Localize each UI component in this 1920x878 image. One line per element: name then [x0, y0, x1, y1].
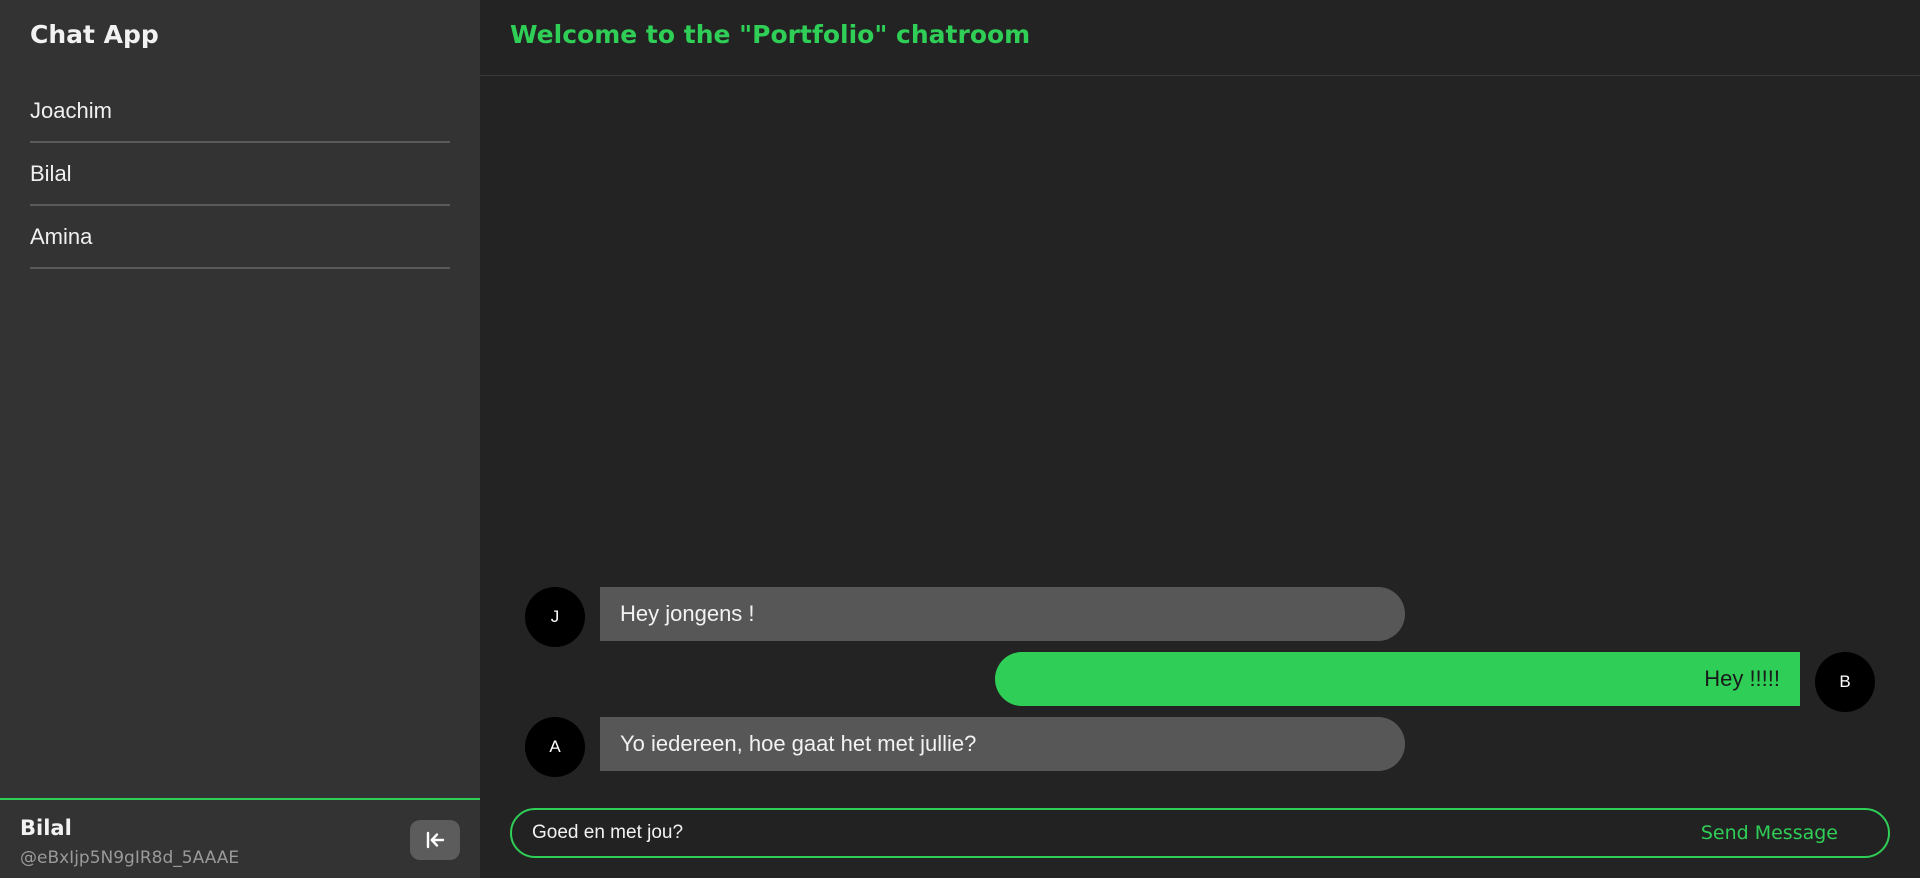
- logout-button[interactable]: [410, 820, 460, 860]
- message-bubble: Yo iedereen, hoe gaat het met jullie?: [600, 717, 1405, 771]
- message-bubble: Hey jongens !: [600, 587, 1405, 641]
- arrow-left-to-line-icon: [423, 828, 447, 852]
- user-item-joachim[interactable]: Joachim: [30, 80, 450, 143]
- room-header: Welcome to the "Portfolio" chatroom: [480, 0, 1920, 76]
- message-input[interactable]: [532, 810, 1632, 856]
- user-item-bilal[interactable]: Bilal: [30, 143, 450, 206]
- current-user-name: Bilal: [20, 816, 72, 840]
- avatar: A: [525, 717, 585, 777]
- current-user-handle: @eBxIjp5N9gIR8d_5AAAE: [20, 848, 240, 868]
- avatar: B: [1815, 652, 1875, 712]
- room-title: Welcome to the "Portfolio" chatroom: [510, 20, 1031, 49]
- app-title: Chat App: [30, 20, 159, 49]
- message-list: J Hey jongens ! Hey !!!!! B A Yo iederee…: [480, 76, 1920, 777]
- chat-app: Chat App Joachim Bilal Amina Bilal @eBxI…: [0, 0, 1920, 878]
- current-user-panel: Bilal @eBxIjp5N9gIR8d_5AAAE: [0, 798, 480, 878]
- sidebar: Chat App Joachim Bilal Amina Bilal @eBxI…: [0, 0, 480, 878]
- send-message-button[interactable]: Send Message: [1701, 810, 1838, 856]
- avatar: J: [525, 587, 585, 647]
- chat-main: Welcome to the "Portfolio" chatroom J He…: [480, 0, 1920, 878]
- message-composer: Send Message: [510, 808, 1890, 858]
- user-list: Joachim Bilal Amina: [30, 80, 450, 269]
- message-bubble: Hey !!!!!: [995, 652, 1800, 706]
- user-item-amina[interactable]: Amina: [30, 206, 450, 269]
